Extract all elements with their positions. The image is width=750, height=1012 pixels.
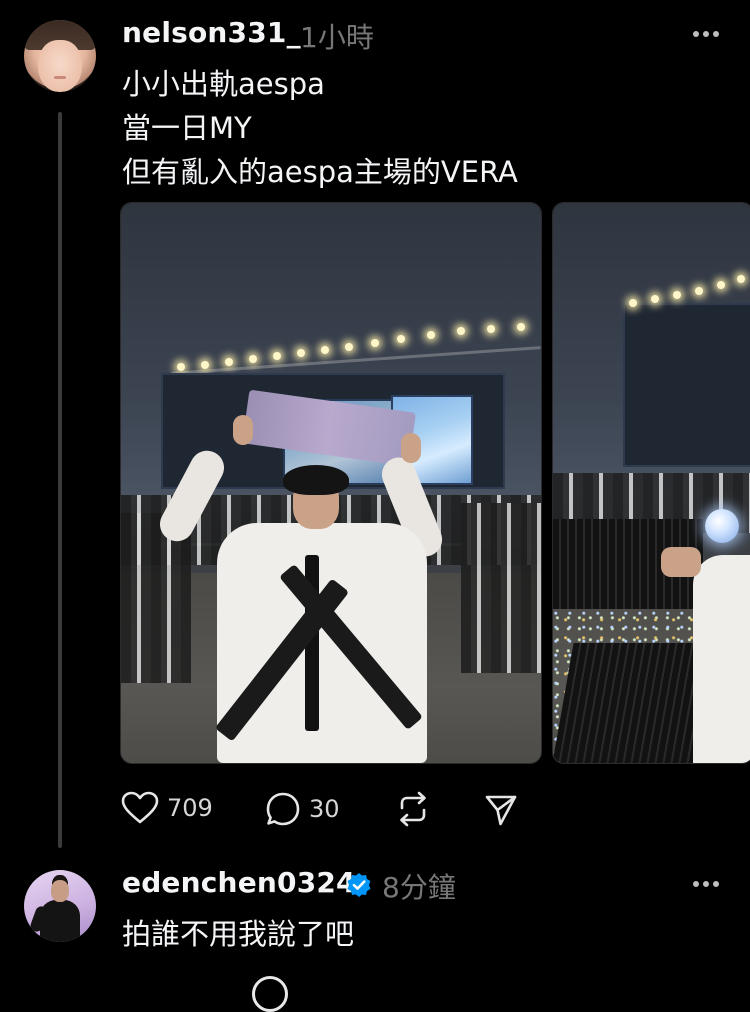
stage-light [371,339,379,347]
more-dot [713,881,719,887]
like-button[interactable]: 709 [121,791,213,825]
comment-button[interactable]: 30 [265,791,340,827]
thread-line [58,112,62,848]
more-dot [713,31,719,37]
stage-light [297,349,305,357]
post-more-icon[interactable] [693,31,723,39]
stage-light [517,323,525,331]
stage-light [427,331,435,339]
avatar-face [38,40,82,92]
share-button[interactable] [484,793,518,827]
like-count: 709 [167,794,213,822]
stage-light [273,352,281,360]
more-dot [703,881,709,887]
person-shirt [217,523,427,763]
reply-body: 拍誰不用我說了吧 [122,917,355,951]
stage-light [737,275,745,283]
post-username[interactable]: nelson331_ [122,16,301,49]
post-author-avatar[interactable] [24,20,96,92]
stage-light [651,295,659,303]
reply-username[interactable]: edenchen0324 [122,866,356,899]
more-dot [693,31,699,37]
person-hand [661,547,701,577]
avatar-head [51,880,69,902]
post-body: 小小出軌aespa 當一日MY 但有亂入的aespa主場的VERA [122,62,518,194]
stage-light [321,346,329,354]
stage-light [249,355,257,363]
stage-light [201,361,209,369]
reply-timestamp: 8分鐘 [382,871,456,904]
partial-next-icon [252,976,288,1012]
person-hand [233,415,253,445]
stage-light [457,327,465,335]
post-line-3: 但有亂入的aespa主場的VERA [122,155,518,189]
reply-more-icon[interactable] [693,881,723,889]
comment-icon [266,792,300,826]
more-dot [703,31,709,37]
post-line-2: 當一日MY [122,111,252,145]
avatar-body [40,900,80,942]
repost-icon [400,791,426,827]
more-dot [693,881,699,887]
person-hair [283,465,349,495]
crowd [461,503,541,673]
verified-badge-icon [347,873,371,897]
avatar-mouth [54,76,66,79]
heart-icon [121,791,159,824]
person-hand [401,433,421,463]
reply-author-avatar[interactable] [24,870,96,942]
stage-light [717,281,725,289]
stage-light [225,358,233,366]
post-image-1[interactable] [120,202,542,764]
person-shirt [693,555,750,763]
lightstick [705,509,739,543]
send-icon [485,795,517,826]
post-image-2[interactable] [552,202,750,764]
stage-light [345,343,353,351]
stage-light [177,363,185,371]
stage-light [487,325,495,333]
post-timestamp: 1小時 [300,21,374,54]
stage-light [695,287,703,295]
post-line-1: 小小出軌aespa [122,67,325,101]
comment-count: 30 [309,795,340,823]
stage-light [629,299,637,307]
stage-light [397,335,405,343]
stage-light [673,291,681,299]
repost-button[interactable] [394,791,432,827]
stage-structure [623,303,750,467]
